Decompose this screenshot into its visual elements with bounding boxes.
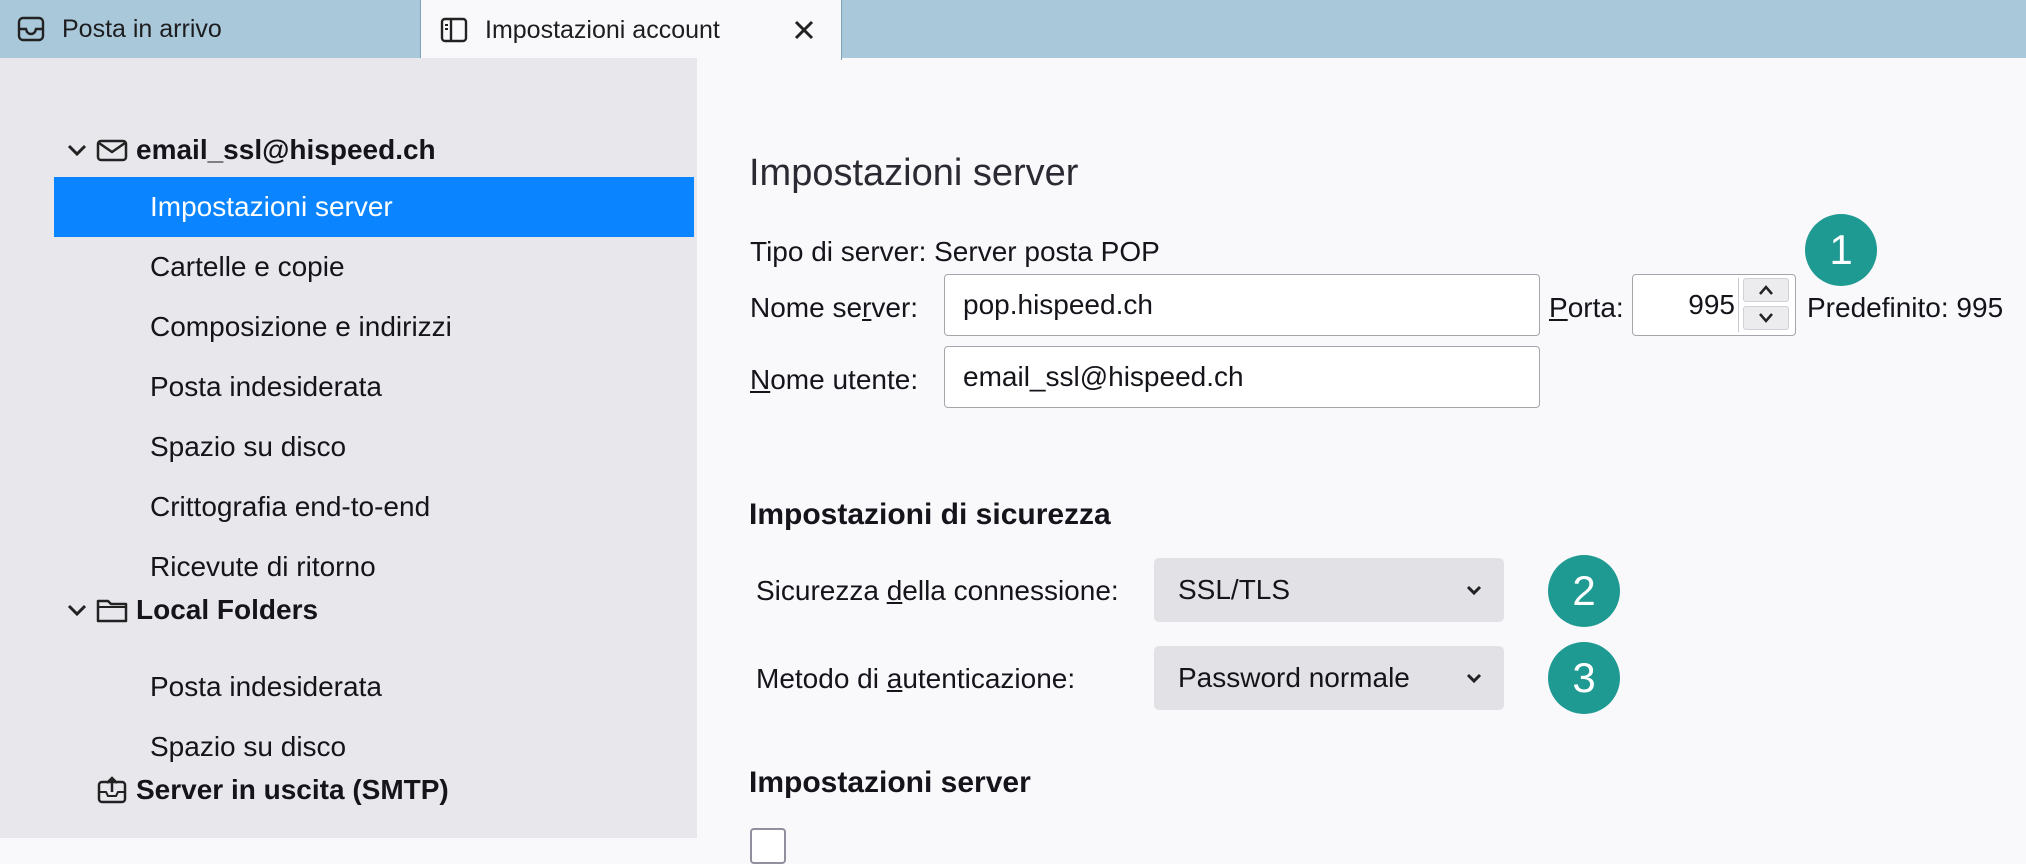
account-name: email_ssl@hispeed.ch (136, 134, 436, 165)
auth-method-value: Password normale (1178, 662, 1410, 693)
sidebar-item-label: Composizione e indirizzi (150, 311, 452, 342)
sidebar-item-e2e-encryption[interactable]: Crittografia end-to-end (54, 477, 694, 537)
auth-method-label: Metodo di autenticazione: (756, 663, 1076, 694)
server-name-input[interactable]: pop.hispeed.ch (944, 274, 1540, 336)
port-increment-button[interactable] (1743, 278, 1789, 302)
sidebar-item-server-settings[interactable]: Impostazioni server (54, 177, 694, 237)
sidebar-item-label: Impostazioni server (150, 191, 393, 222)
close-icon (794, 20, 814, 40)
sidebar-item-local-junk[interactable]: Posta indesiderata (54, 657, 694, 717)
tab-inbox-label: Posta in arrivo (62, 14, 222, 43)
option-checkbox[interactable] (750, 828, 786, 864)
chevron-up-icon (1759, 285, 1773, 295)
connection-security-select[interactable]: SSL/TLS (1154, 558, 1504, 622)
connection-security-label: Sicurezza della connessione: (756, 575, 1119, 606)
inbox-icon (17, 16, 45, 42)
chevron-down-icon (1466, 585, 1482, 596)
tab-inbox[interactable]: Posta in arrivo (0, 0, 420, 58)
sidebar-item-label: Cartelle e copie (150, 251, 345, 282)
folder-icon (96, 599, 128, 623)
server-type-text: Tipo di server: Server posta POP (750, 236, 1160, 267)
port-stepper[interactable]: 995 (1632, 274, 1796, 336)
tab-account-settings-label: Impostazioni account (485, 15, 720, 44)
tab-close-button[interactable] (787, 13, 821, 47)
smtp-label: Server in uscita (SMTP) (136, 774, 449, 805)
mail-icon (96, 139, 128, 162)
sidebar-item-label: Crittografia end-to-end (150, 491, 431, 522)
tab-account-settings[interactable]: Impostazioni account (420, 0, 842, 60)
chevron-down-icon[interactable] (64, 597, 90, 623)
chevron-down-icon (1759, 313, 1773, 323)
connection-security-value: SSL/TLS (1178, 574, 1291, 605)
sidebar-item-composition[interactable]: Composizione e indirizzi (54, 297, 694, 357)
local-folders-node[interactable]: Local Folders (64, 588, 318, 632)
annotation-badge-1: 1 (1805, 214, 1877, 286)
username-input[interactable]: email_ssl@hispeed.ch (944, 346, 1540, 408)
outgoing-server-icon (97, 776, 127, 804)
port-label: Porta: (1549, 292, 1624, 323)
sidebar-item-junk[interactable]: Posta indesiderata (54, 357, 694, 417)
annotation-badge-3: 3 (1548, 642, 1620, 714)
settings-panel: Impostazioni server Tipo di server: Serv… (697, 58, 2026, 864)
server-name-label: Nome server: (750, 292, 919, 323)
account-sidebar: email_ssl@hispeed.ch Impostazioni server… (0, 58, 697, 838)
port-value[interactable]: 995 (1688, 289, 1735, 321)
account-node[interactable]: email_ssl@hispeed.ch (64, 128, 436, 172)
account-settings-icon (440, 17, 468, 43)
sidebar-item-folders-copies[interactable]: Cartelle e copie (54, 237, 694, 297)
chevron-down-icon[interactable] (64, 137, 90, 163)
sidebar-item-label: Ricevute di ritorno (150, 551, 376, 582)
port-stepper-buttons (1738, 278, 1793, 332)
sidebar-item-label: Spazio su disco (150, 731, 347, 762)
port-decrement-button[interactable] (1743, 306, 1789, 330)
sidebar-item-label: Posta indesiderata (150, 371, 382, 402)
auth-method-select[interactable]: Password normale (1154, 646, 1504, 710)
annotation-badge-2: 2 (1548, 555, 1620, 627)
tab-bar: Posta in arrivo Impostazioni account (0, 0, 2026, 60)
sidebar-item-label: Posta indesiderata (150, 671, 382, 702)
security-heading: Impostazioni di sicurezza (749, 498, 1111, 531)
sidebar-item-label: Spazio su disco (150, 431, 347, 462)
sidebar-item-disk-space[interactable]: Spazio su disco (54, 417, 694, 477)
chevron-down-icon (1466, 673, 1482, 684)
page-title: Impostazioni server (749, 152, 1079, 194)
server-settings-heading: Impostazioni server (749, 766, 1031, 799)
local-folders-name: Local Folders (136, 594, 319, 625)
username-label: Nome utente: (750, 364, 919, 395)
smtp-node[interactable]: Server in uscita (SMTP) (96, 768, 449, 812)
port-default-text: Predefinito: 995 (1807, 292, 2004, 323)
